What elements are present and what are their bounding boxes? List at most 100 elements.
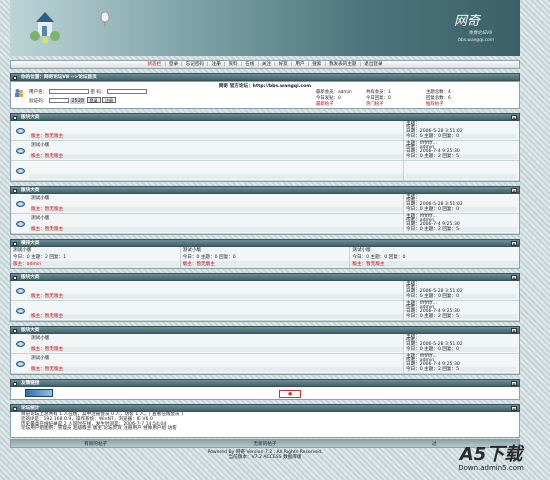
- forum-name[interactable]: 测试小版: [11, 247, 180, 254]
- forum-name[interactable]: 测试小版: [29, 195, 403, 207]
- password-input[interactable]: [107, 89, 148, 94]
- nav-item[interactable]: 搜索: [311, 62, 323, 67]
- collapse-icon[interactable]: ▬: [511, 328, 517, 333]
- username-input[interactable]: [48, 89, 89, 94]
- location-bar: 你的位置：网奇论坛V8 -->论坛首页: [10, 73, 520, 81]
- forum-status-icon: [15, 340, 25, 347]
- forum-row: 测试小版 版主：暂无版主 主题：ffffffff... 作者：admin 日期：2006…: [11, 214, 519, 234]
- forum-row: 测试小版 版主：暂无版主 主题： 作者： 日期：2006-5-28 3:51:02 今日：…: [11, 194, 519, 214]
- site-logo: 网奇: [453, 14, 480, 29]
- forum-counts: 今日：0 主题：2 回复：5: [406, 227, 517, 232]
- collapse-icon[interactable]: ▬: [511, 275, 517, 280]
- forum-name[interactable]: 测试小版: [29, 215, 403, 227]
- forum-status-icon: [15, 307, 25, 314]
- location-text: 你的位置：网奇论坛V8 -->论坛首页: [21, 75, 97, 80]
- forum-moderator: 版主：暂无版主: [29, 227, 403, 232]
- category-header: 版块大类 ▬: [10, 113, 520, 121]
- forum-moderator: 版主：暂无版主: [29, 207, 403, 212]
- recommended-posts-link[interactable]: 推荐帖子: [426, 101, 476, 107]
- forum-row: 版主：暂无版主 主题：ffffffff... 作者：admin 日期：2006-7-4…: [11, 301, 519, 321]
- category-title: 版块大类: [21, 115, 40, 120]
- friend-link-banner-2[interactable]: ●: [279, 390, 301, 398]
- last-topic: 主题： 作者： 日期：2006-5-28 3:51:02: [406, 334, 463, 347]
- forum-counts: 今日：0 主题：2 回复：1: [13, 255, 67, 260]
- category-body: 测试小版 版主：暂无版主 主题： 作者： 日期：2006-5-28 3:51:02 今日：…: [10, 194, 520, 235]
- top-nav: 状态栏 | 登录 | 忘记密码 | 注册 | 资料 | 在线 | 关注 | 好友 | 用户 | 搜索 | 我发表的主题 |…: [10, 60, 520, 69]
- forum-row: 测试小版 版主：暂无版主 主题： 作者： 日期：2006-5-28 3:51:02 今日：…: [11, 334, 519, 354]
- verify-code-image: 2528: [70, 98, 86, 104]
- forum-name[interactable]: 测试小版: [29, 335, 403, 347]
- nav-item[interactable]: 好友: [277, 62, 289, 67]
- verify-code-input[interactable]: [48, 98, 69, 103]
- last-topic: 主题：ffffffff... 作者：admin 日期：2006-7-4 9:25:3…: [406, 354, 460, 367]
- hot-posts-link[interactable]: 热门帖子: [366, 101, 426, 107]
- nav-item[interactable]: 状态栏: [146, 62, 163, 67]
- latest-posts-link[interactable]: 最新帖子: [316, 101, 366, 107]
- category-body: 版主：暂无版主 主题： 作者： 日期：2006-5-28 3:51:02 今日：0 主题…: [10, 281, 520, 322]
- collapse-icon[interactable]: ▬: [511, 406, 517, 411]
- forum-name[interactable]: 测试小版: [29, 355, 403, 367]
- page: 网奇 免费论坛V8 bbs.wangqi.com 状态栏 | 登录 | 忘记密码 | 注册 |…: [10, 0, 520, 480]
- forum-counts: [406, 174, 517, 179]
- forum-moderator: 版主：暂无版主: [29, 294, 403, 299]
- nav-item[interactable]: 注册: [210, 62, 222, 67]
- nav-item[interactable]: 我发表的主题: [327, 62, 358, 67]
- last-topic: 主题： 作者： 日期：2006-5-28 3:51:02: [406, 281, 463, 294]
- nav-item[interactable]: 资料: [227, 62, 239, 67]
- forum-moderator: 版主：暂无版主: [29, 134, 403, 139]
- forum-row: 测试小版 版主：暂无版主 主题：ffffffff... 作者：admin 日期：2006…: [11, 141, 519, 161]
- friend-link-banner-1[interactable]: [25, 389, 53, 397]
- category-body: 测试小版 版主：暂无版主 主题： 作者： 日期：2006-5-28 3:51:02 今日：…: [10, 334, 520, 375]
- forum-name[interactable]: [29, 302, 403, 314]
- forum-status-icon: [15, 167, 25, 174]
- forum-cell: 测试小版 今日：0 主题：0 回复：0 版主：暂无版主: [350, 247, 520, 268]
- forum-counts: 今日：0 主题：0 回复：0: [406, 134, 517, 139]
- collapse-icon[interactable]: ▬: [511, 381, 517, 386]
- nav-item[interactable]: 关注: [260, 62, 272, 67]
- users-icon: [15, 89, 23, 97]
- login-button[interactable]: 登录: [86, 97, 101, 103]
- forum-moderator: 版主：暂无版主: [29, 154, 403, 159]
- forum-moderator: 版主：暂无版主: [350, 261, 520, 268]
- forum-name[interactable]: [29, 162, 403, 174]
- forum-name[interactable]: 测试小版: [181, 247, 350, 254]
- forum-status-icon: [15, 287, 25, 294]
- forum-counts: 今日：0 主题：0 回复：0: [406, 207, 517, 212]
- last-topic: 主题：ffffffff... 作者：admin 日期：2006-7-4 9:25:3…: [406, 141, 460, 154]
- forum-moderator: 版主：admin: [11, 261, 180, 268]
- collapse-icon[interactable]: ▬: [511, 188, 517, 193]
- forum-sections: 版块大类 ▬ 版主：暂无版主 主题： 作者： 日期：2006-5-28 3:51:02 今日…: [10, 113, 520, 375]
- forum-name[interactable]: [29, 282, 403, 294]
- nav-item[interactable]: 在线: [244, 62, 256, 67]
- forum-name[interactable]: 测试小版: [29, 142, 403, 154]
- nav-item[interactable]: 退出登录: [363, 62, 384, 67]
- forum-cell: 测试小版 今日：0 主题：2 回复：1 版主：admin: [11, 247, 181, 268]
- forum-counts: 今日：0 主题：0 回复：0: [406, 294, 517, 299]
- forum-moderator: [29, 174, 403, 179]
- nav-item[interactable]: 用户: [294, 62, 306, 67]
- forum-counts: 今日：0 主题：0 回复：0: [406, 347, 517, 352]
- category-body: 测试小版 今日：0 主题：2 回复：1 版主：admin 测试小版 今日：0 主题：0 …: [10, 247, 520, 269]
- forum-row: [11, 161, 519, 181]
- login-panel: 网奇 官方论坛：http://bbs.wangqi.com 用户名： 密 码： …: [10, 81, 520, 109]
- forum-status-icon: [15, 220, 25, 227]
- category-header: 版块大类 ▬: [10, 273, 520, 281]
- nav-item[interactable]: 登录: [167, 62, 179, 67]
- category-title: 版块大类: [21, 188, 40, 193]
- collapse-icon[interactable]: ▬: [511, 241, 517, 246]
- category-title: 版块大类: [21, 328, 40, 333]
- location-icon: [13, 75, 17, 80]
- category-header: 版块大类 ▬: [10, 326, 520, 334]
- forum-cell: 测试小版 今日：0 主题：0 回复：0 版主：暂无版主: [180, 247, 351, 268]
- forum-status-icon: [15, 360, 25, 367]
- category-title: 横排大类: [21, 241, 40, 246]
- forum-moderator: 版主：暂无版主: [180, 261, 350, 268]
- nav-item[interactable]: 忘记密码: [184, 62, 205, 67]
- forum-name[interactable]: 测试小版: [350, 247, 519, 254]
- forum-name[interactable]: [29, 122, 403, 134]
- last-topic: 主题： 作者： 日期：2006-5-28 3:51:02: [406, 121, 463, 134]
- register-button[interactable]: 注册: [102, 97, 116, 103]
- last-topic: [406, 162, 517, 174]
- forum-stats: 最新会员：admin 共有会员：1 主题总数：4 今日发贴：0 今日回复：0 回复总数：…: [316, 89, 516, 107]
- collapse-icon[interactable]: ▬: [511, 115, 517, 120]
